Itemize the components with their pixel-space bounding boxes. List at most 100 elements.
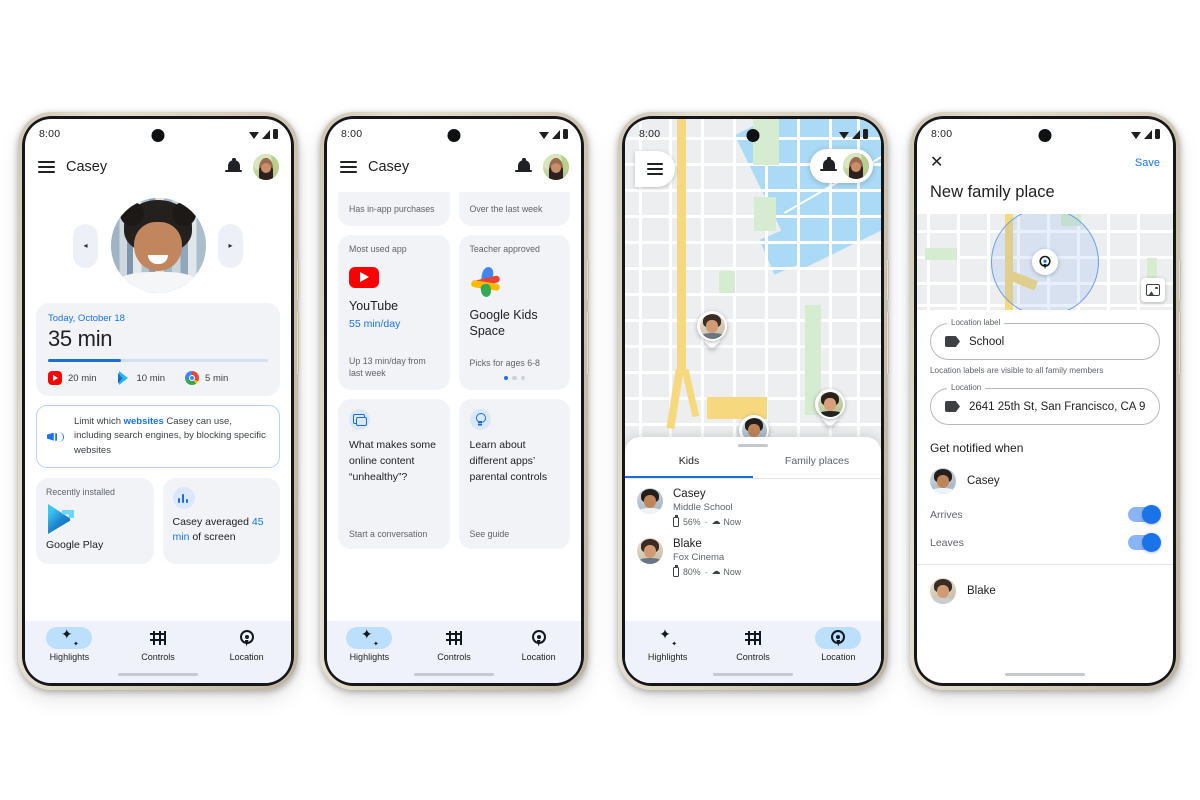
place-pin-icon[interactable] — [1032, 249, 1058, 275]
close-icon[interactable]: ✕ — [930, 155, 943, 171]
nav-item-location[interactable]: Location — [202, 627, 291, 662]
average-screen-time-card[interactable]: Casey averaged 45 min of screen — [162, 477, 280, 564]
hamburger-icon[interactable] — [635, 151, 675, 187]
status-icons — [839, 129, 868, 139]
megaphone-icon — [47, 429, 65, 445]
blake-pin[interactable] — [697, 311, 727, 350]
power-button[interactable] — [886, 260, 889, 300]
tag-icon — [945, 401, 960, 412]
list-item[interactable]: Blake Fox Cinema 80% · ☁ Now — [637, 538, 869, 577]
front-camera-icon — [1038, 129, 1052, 142]
bell-icon[interactable] — [820, 157, 837, 175]
volume-button[interactable] — [886, 312, 889, 374]
image-icon[interactable] — [1141, 278, 1165, 302]
parent-avatar[interactable] — [843, 153, 869, 179]
field-legend: Location — [947, 383, 986, 392]
sheet-drag-handle[interactable] — [738, 444, 768, 448]
cellular-icon — [552, 130, 560, 139]
status-time: 8:00 — [931, 128, 953, 140]
nav-item-highlights[interactable]: Highlights — [625, 627, 710, 663]
map-park — [754, 197, 776, 231]
home-indicator[interactable] — [414, 673, 494, 676]
last-week-card[interactable]: Over the last week — [458, 192, 570, 226]
status-icons — [249, 129, 278, 139]
in-app-purchases-card[interactable]: Has in-app purchases — [338, 192, 450, 226]
list-item[interactable]: Casey Middle School 56% · ☁ Now — [637, 488, 869, 527]
tab-family-places[interactable]: Family places — [753, 455, 881, 478]
nav-item-location[interactable]: Location — [796, 627, 881, 662]
front-camera-icon — [746, 129, 760, 142]
dialog-toolbar: ✕ Save — [917, 149, 1173, 171]
tag-icon — [945, 336, 960, 347]
nav-item-controls[interactable]: Controls — [114, 627, 203, 662]
carousel-prev-button[interactable]: ◂ — [73, 223, 98, 268]
bell-icon[interactable] — [225, 158, 242, 176]
kid-battery: 56% — [683, 516, 701, 527]
nav-item-controls[interactable]: Controls — [710, 627, 795, 662]
volume-button[interactable] — [1178, 312, 1181, 374]
nav-item-highlights[interactable]: Highlights — [25, 627, 114, 662]
wifi-icon — [839, 132, 849, 139]
place-map-preview[interactable] — [917, 214, 1173, 310]
power-button[interactable] — [296, 260, 299, 300]
bell-icon[interactable] — [515, 158, 532, 176]
kid-place: Fox Cinema — [673, 552, 725, 564]
cards-scroll: Has in-app purchases Over the last week … — [327, 192, 581, 549]
notify-person-blake: Blake — [917, 565, 1173, 604]
card-action-link[interactable]: Start a conversation — [349, 529, 439, 539]
power-button[interactable] — [586, 260, 589, 300]
status-icons — [1131, 129, 1160, 139]
parental-controls-guide-card[interactable]: Learn about different apps’ parental con… — [458, 399, 570, 549]
power-button[interactable] — [1178, 260, 1181, 300]
home-indicator[interactable] — [713, 673, 793, 676]
parent-pin[interactable] — [815, 389, 845, 428]
nav-item-location[interactable]: Location — [496, 627, 581, 662]
hamburger-icon[interactable] — [340, 160, 357, 174]
nav-pill — [730, 627, 776, 649]
phone-2-screen: 8:00 Casey Has in-app purchases Over the… — [327, 119, 581, 683]
location-address-field[interactable]: Location 2641 25th St, San Francisco, CA… — [930, 383, 1160, 425]
conversation-tip-card[interactable]: What makes some online content “unhealth… — [338, 399, 450, 549]
toggle-row-arrives: Arrives — [917, 494, 1173, 524]
signal-icon: ☁ — [711, 566, 721, 577]
pager-dot-active — [503, 375, 508, 380]
carousel-next-button[interactable]: ▸ — [218, 223, 243, 268]
phone-3-screen: 8:00 Kids Family places Casey Middle Sch… — [625, 119, 881, 683]
save-button[interactable]: Save — [1135, 157, 1160, 169]
parent-avatar[interactable] — [543, 154, 569, 180]
casey-avatar — [930, 468, 956, 494]
nav-item-controls[interactable]: Controls — [412, 627, 497, 662]
most-used-app-card[interactable]: Most used app YouTube 55 min/day Up 13 m… — [338, 235, 450, 390]
nav-label: Highlights — [349, 652, 390, 662]
volume-button[interactable] — [586, 312, 589, 374]
screen-time-card[interactable]: Today, October 18 35 min 20 min 10 min 5… — [36, 303, 280, 397]
child-carousel: ◂ ▸ — [25, 188, 291, 303]
recently-installed-card[interactable]: Recently installed Google Play — [36, 477, 154, 564]
tip-link[interactable]: websites — [124, 416, 164, 427]
arrives-toggle[interactable] — [1128, 505, 1161, 524]
app-time: 20 min — [68, 372, 97, 384]
pager-dot — [520, 375, 525, 380]
home-indicator[interactable] — [118, 673, 198, 676]
card-action-link[interactable]: See guide — [470, 529, 560, 539]
card-caption: Most used app — [349, 244, 407, 254]
bar-chart-icon — [172, 486, 195, 509]
front-camera-icon — [151, 129, 165, 142]
teacher-approved-card[interactable]: Teacher approved Google Kids Space Picks… — [458, 235, 570, 390]
hamburger-icon[interactable] — [38, 160, 55, 174]
location-label-field[interactable]: Location label School — [930, 318, 1160, 360]
tip-pre: Limit which — [74, 416, 124, 428]
nav-item-highlights[interactable]: Highlights — [327, 627, 412, 662]
card-title: Google Kids Space — [469, 308, 538, 338]
carousel-pager[interactable] — [470, 375, 560, 380]
screen-time-date: Today, October 18 — [48, 313, 125, 324]
casey-photo[interactable] — [110, 198, 206, 293]
website-limit-tip-card[interactable]: Limit which websites Casey can use, incl… — [36, 405, 280, 468]
parent-avatar[interactable] — [253, 154, 279, 180]
tab-kids[interactable]: Kids — [625, 455, 753, 479]
cellular-icon — [1144, 130, 1152, 139]
home-indicator[interactable] — [1005, 673, 1085, 676]
leaves-toggle[interactable] — [1128, 533, 1161, 552]
phone-2-highlights-cards: 8:00 Casey Has in-app purchases Over the… — [320, 112, 589, 690]
volume-button[interactable] — [296, 312, 299, 374]
